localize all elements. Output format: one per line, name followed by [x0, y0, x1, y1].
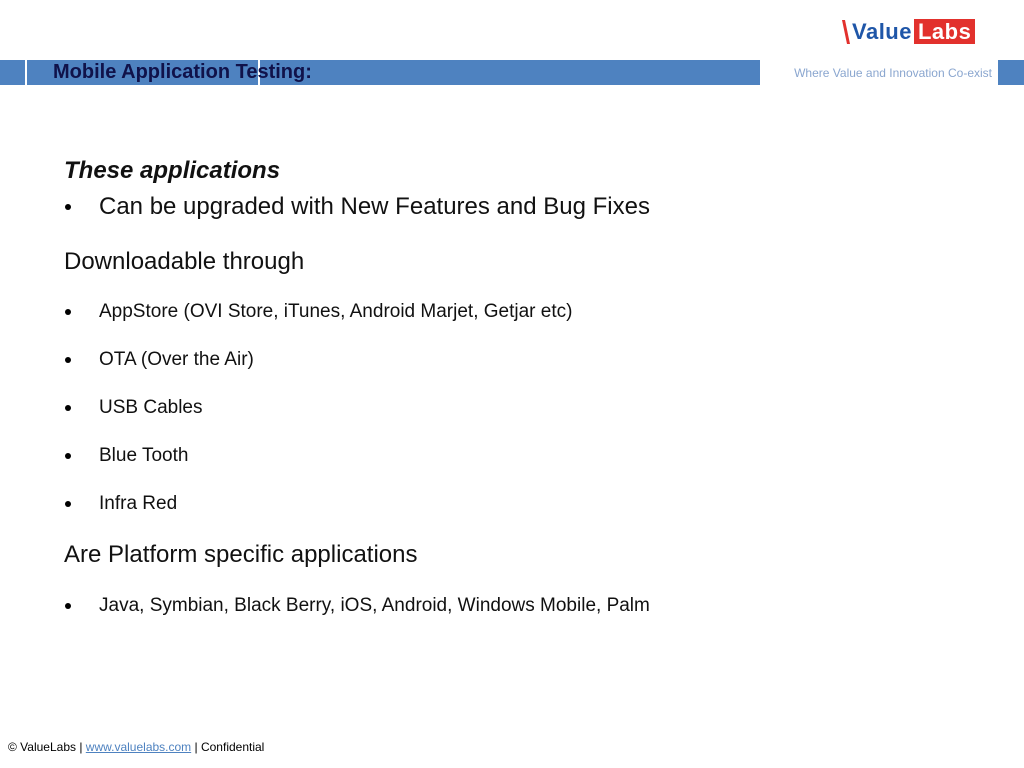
header-band-end — [998, 60, 1024, 85]
list-item: OTA (Over the Air) — [64, 349, 254, 371]
bullet-icon — [65, 501, 71, 507]
list-item: Infra Red — [64, 493, 177, 515]
bullet-icon — [65, 309, 71, 315]
intro-heading: These applications — [64, 157, 281, 184]
footer-copyright: © ValueLabs | — [8, 740, 83, 754]
logo-mark-icon — [842, 19, 850, 44]
bullet-icon — [65, 603, 71, 609]
list-item-text: Blue Tooth — [99, 445, 189, 466]
slide: Value Labs Mobile Application Testing: W… — [0, 0, 1024, 768]
valuelabs-logo: Value Labs — [842, 19, 976, 44]
list-item: Java, Symbian, Black Berry, iOS, Android… — [64, 595, 650, 617]
list-item: USB Cables — [64, 397, 203, 419]
footer-website-link[interactable]: www.valuelabs.com — [86, 740, 191, 754]
list-item: AppStore (OVI Store, iTunes, Android Mar… — [64, 301, 572, 323]
tagline: Where Value and Innovation Co-exist — [794, 66, 992, 80]
page-title: Mobile Application Testing: — [53, 61, 312, 83]
list-item-text: AppStore (OVI Store, iTunes, Android Mar… — [99, 301, 573, 322]
list-item-text: Infra Red — [99, 493, 178, 514]
bullet-icon — [65, 357, 71, 363]
header-band-divider-left — [25, 60, 27, 85]
footer: © ValueLabs | www.valuelabs.com | Confid… — [8, 740, 264, 754]
bullet-icon — [65, 405, 71, 411]
download-heading: Downloadable through — [64, 248, 305, 275]
list-item-text: OTA (Over the Air) — [99, 349, 254, 370]
list-item: Blue Tooth — [64, 445, 188, 467]
logo-value-text: Value — [852, 19, 912, 44]
bullet-icon — [65, 204, 71, 210]
list-item-text: USB Cables — [99, 397, 203, 418]
logo-labs-text: Labs — [913, 19, 976, 44]
platform-heading: Are Platform specific applications — [64, 541, 418, 568]
list-item-text: Java, Symbian, Black Berry, iOS, Android… — [99, 595, 650, 616]
bullet-icon — [65, 453, 71, 459]
footer-confidential: | Confidential — [194, 740, 265, 754]
list-item: Can be upgraded with New Features and Bu… — [64, 193, 650, 221]
list-item-text: Can be upgraded with New Features and Bu… — [99, 193, 650, 220]
